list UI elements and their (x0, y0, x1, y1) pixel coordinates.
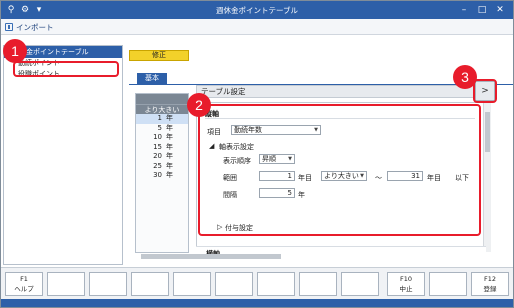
import-icon (5, 23, 13, 31)
mode-badge: 修正 (129, 50, 189, 61)
toolbar: インポート (1, 19, 513, 35)
table-row[interactable]: 10 年 (136, 133, 188, 143)
callout-3: 3 (453, 65, 477, 89)
fkey-button[interactable] (89, 272, 127, 296)
function-key-bar: F1 ヘルプ F10 中止 F12 登録 (1, 267, 513, 299)
fkey-button[interactable] (341, 272, 379, 296)
status-bar (1, 299, 513, 307)
minimize-icon[interactable]: – (457, 3, 471, 17)
fkey-button[interactable] (257, 272, 295, 296)
table-header: より大きい (136, 104, 188, 114)
panel-scrollbar[interactable] (483, 102, 491, 252)
fkey-button[interactable] (47, 272, 85, 296)
fkey-button[interactable] (173, 272, 211, 296)
window-title: 週休金ポイントテーブル (215, 6, 299, 15)
callout-1: 1 (3, 39, 27, 63)
title-bar: ⚲ ⚙ ▾ 週休金ポイントテーブル – □ ✕ (1, 1, 513, 19)
fkey-button[interactable] (215, 272, 253, 296)
tab-basic[interactable]: 基本 (137, 73, 167, 84)
table-settings-title: テーブル設定 (196, 85, 476, 98)
table-row[interactable]: 30 年 (136, 171, 188, 181)
callout-box-1 (13, 61, 119, 77)
fkey-button[interactable] (299, 272, 337, 296)
callout-box-3 (473, 79, 497, 103)
table-header-blank (136, 94, 188, 104)
point-table-tree: 金ポイントテーブル 勤続ポイント 役職ポイント (3, 45, 123, 265)
maximize-icon[interactable]: □ (475, 3, 489, 17)
f12-register-button[interactable]: F12 登録 (471, 272, 509, 296)
app-window: ⚲ ⚙ ▾ 週休金ポイントテーブル – □ ✕ インポート 金ポイントテーブル … (0, 0, 514, 308)
fkey-button[interactable] (131, 272, 169, 296)
import-button[interactable]: インポート (5, 21, 54, 33)
preview-table: より大きい 1年 5年 10 年 15 年 20 年 25 年 30 年 (135, 93, 189, 253)
table-row[interactable]: 1年 (136, 114, 188, 124)
scroll-thumb[interactable] (485, 112, 490, 152)
callout-2: 2 (187, 93, 211, 117)
table-row[interactable]: 5年 (136, 124, 188, 134)
horizontal-scrollbar[interactable] (141, 254, 281, 259)
table-row[interactable]: 20 年 (136, 152, 188, 162)
fkey-button[interactable] (429, 272, 467, 296)
callout-box-2 (198, 104, 481, 236)
table-row[interactable]: 25 年 (136, 162, 188, 172)
table-row[interactable]: 15 年 (136, 143, 188, 153)
import-label: インポート (16, 22, 54, 32)
f1-help-button[interactable]: F1 ヘルプ (5, 272, 43, 296)
f10-cancel-button[interactable]: F10 中止 (387, 272, 425, 296)
close-icon[interactable]: ✕ (493, 3, 507, 17)
